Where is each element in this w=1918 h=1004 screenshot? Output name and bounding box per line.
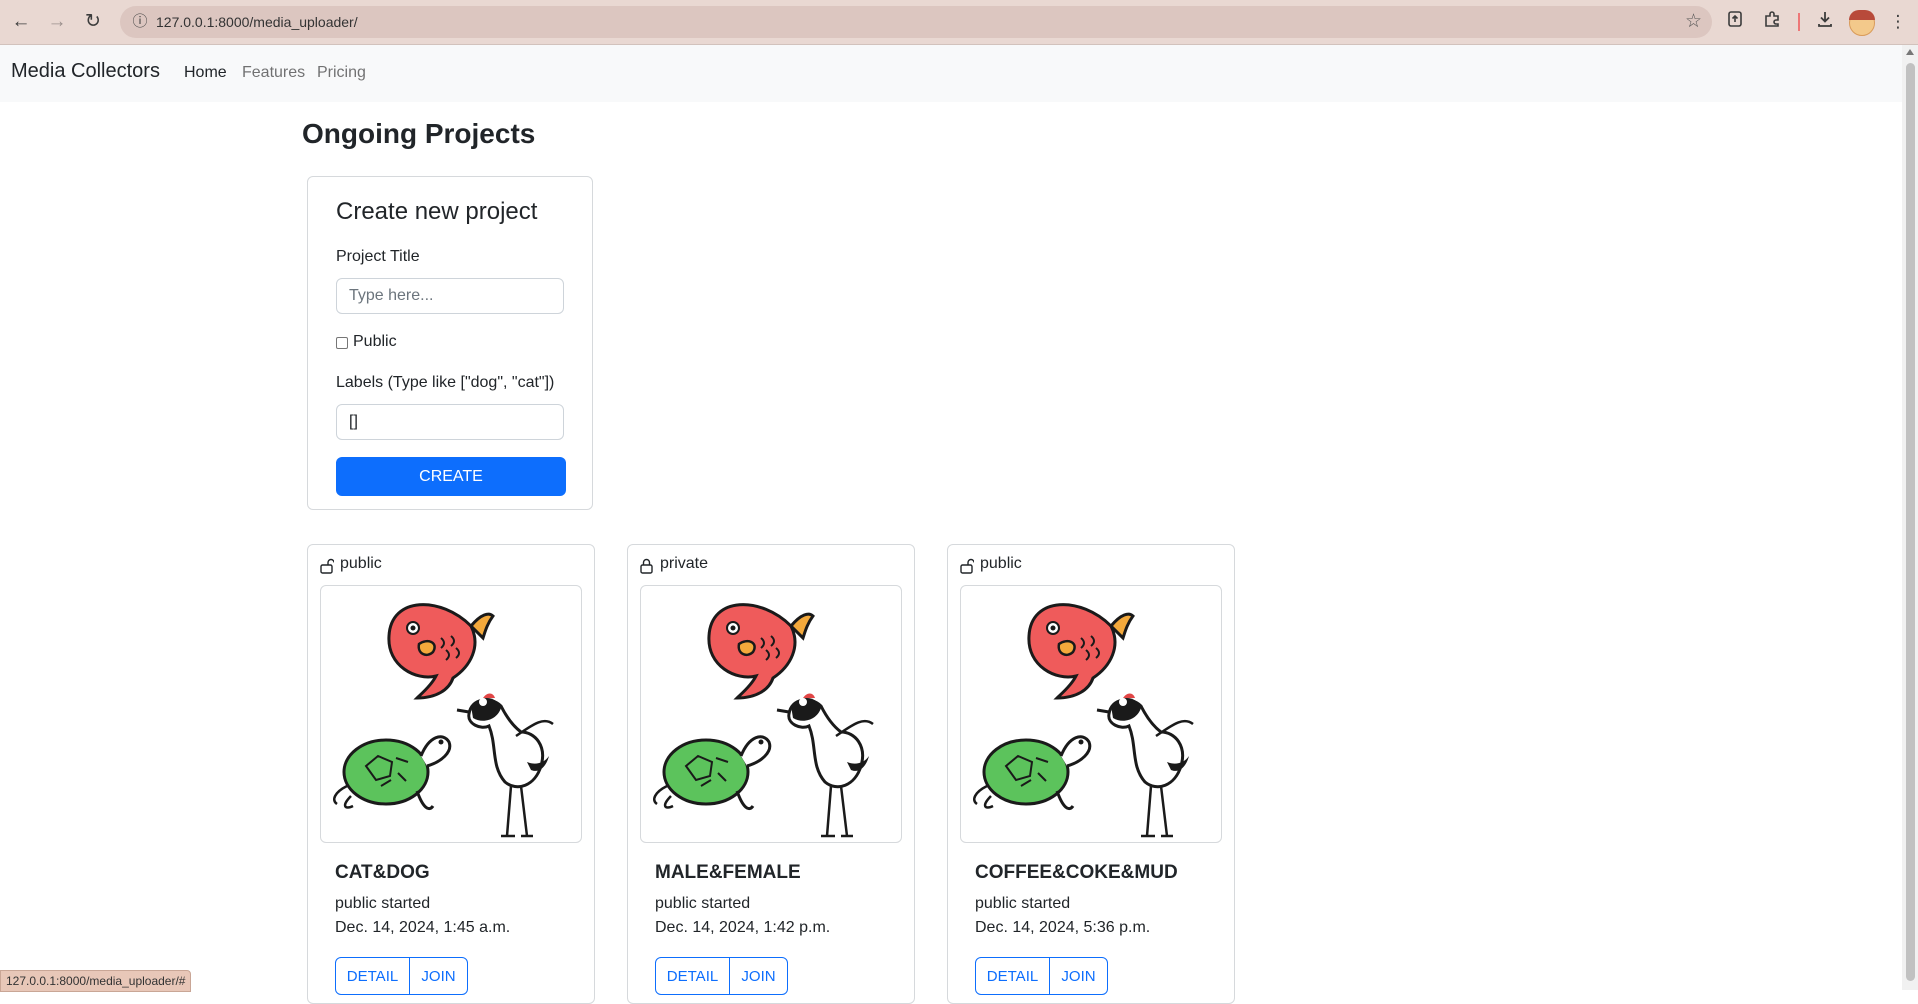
project-status: public started <box>975 895 1071 912</box>
link-status-bubble: 127.0.0.1:8000/media_uploader/# <box>0 970 192 992</box>
reload-icon[interactable]: ↻ <box>82 11 104 33</box>
project-title-label: Project Title <box>336 248 420 265</box>
detail-button[interactable]: DETAIL <box>975 957 1050 995</box>
forward-icon[interactable]: → <box>46 11 68 33</box>
page-title: Ongoing Projects <box>302 118 536 149</box>
project-title: MALE&FEMALE <box>655 862 801 883</box>
project-thumbnail[interactable] <box>320 585 582 843</box>
project-title: CAT&DOG <box>335 862 430 883</box>
join-button[interactable]: JOIN <box>409 957 468 995</box>
download-icon[interactable] <box>1813 10 1837 34</box>
nav-pricing[interactable]: Pricing <box>317 64 366 82</box>
join-button[interactable]: JOIN <box>729 957 788 995</box>
address-bar[interactable]: ⓘ 127.0.0.1:8000/media_uploader/ ☆ <box>120 6 1712 38</box>
project-card: public COFFEE&COKE&MUD public started De… <box>947 544 1235 1004</box>
detail-button[interactable]: DETAIL <box>335 957 410 995</box>
labels-label: Labels (Type like ["dog", "cat"]) <box>336 374 555 391</box>
site-info-icon[interactable]: ⓘ <box>130 12 150 32</box>
menu-kebab-icon[interactable]: ⋮ <box>1886 10 1910 34</box>
url-text[interactable]: 127.0.0.1:8000/media_uploader/ <box>156 6 358 38</box>
labels-input[interactable] <box>336 404 564 440</box>
nav-home[interactable]: Home <box>184 64 227 82</box>
project-title-input[interactable] <box>336 278 564 314</box>
visibility-label: public <box>340 555 382 572</box>
project-title: COFFEE&COKE&MUD <box>975 862 1178 883</box>
public-checkbox[interactable] <box>336 337 348 349</box>
form-heading: Create new project <box>336 198 538 225</box>
nav-features[interactable]: Features <box>242 64 305 82</box>
project-date: Dec. 14, 2024, 1:45 a.m. <box>335 919 511 936</box>
visibility-label: private <box>660 555 709 572</box>
join-button[interactable]: JOIN <box>1049 957 1108 995</box>
create-project-card: Create new project Project Title Public … <box>307 176 593 510</box>
public-checkbox-label: Public <box>353 333 397 350</box>
project-status: public started <box>655 895 751 912</box>
project-card: public CAT&DOG public started Dec. 14, 2… <box>307 544 595 1004</box>
back-icon[interactable]: ← <box>10 11 32 33</box>
unlock-icon <box>320 558 334 574</box>
project-date: Dec. 14, 2024, 5:36 p.m. <box>975 919 1151 936</box>
profile-avatar-hair <box>1849 10 1875 20</box>
project-status: public started <box>335 895 431 912</box>
site-navbar: Media Collectors Home Features Pricing <box>0 45 1902 102</box>
bookmark-star-icon[interactable]: ☆ <box>1685 11 1702 33</box>
scroll-up-arrow-icon[interactable] <box>1906 49 1914 55</box>
scrollbar-thumb[interactable] <box>1906 63 1915 981</box>
create-button[interactable]: CREATE <box>336 457 566 496</box>
detail-button[interactable]: DETAIL <box>655 957 730 995</box>
project-date: Dec. 14, 2024, 1:42 p.m. <box>655 919 831 936</box>
visibility-label: public <box>980 555 1022 572</box>
browser-toolbar: ← → ↻ ⓘ 127.0.0.1:8000/media_uploader/ ☆… <box>0 0 1918 45</box>
toolbar-separator <box>1798 13 1800 31</box>
extensions-puzzle-icon[interactable] <box>1760 10 1784 34</box>
extension-share-icon[interactable] <box>1723 10 1747 34</box>
project-card: private MALE&FEMALE public started Dec. … <box>627 544 915 1004</box>
project-thumbnail[interactable] <box>960 585 1222 843</box>
page-scrollbar[interactable] <box>1902 45 1918 990</box>
lock-icon <box>640 558 653 574</box>
project-thumbnail[interactable] <box>640 585 902 843</box>
brand-link[interactable]: Media Collectors <box>11 60 160 83</box>
unlock-icon <box>960 558 974 574</box>
